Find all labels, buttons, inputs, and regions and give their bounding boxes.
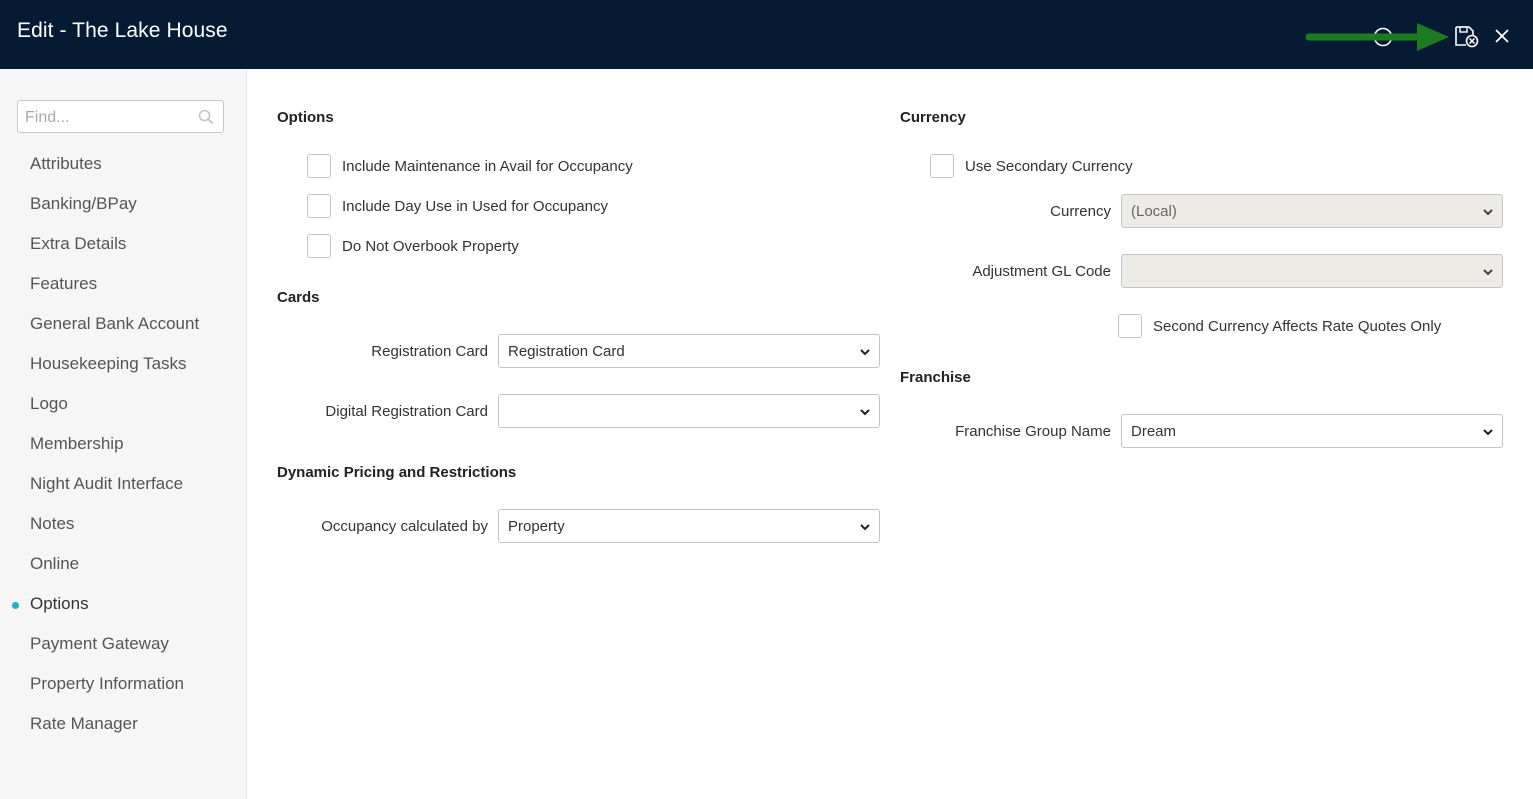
- sidebar-item-property-information[interactable]: Property Information: [30, 674, 184, 694]
- include-day-use-label: Include Day Use in Used for Occupancy: [342, 198, 608, 215]
- active-indicator-dot: [12, 602, 19, 609]
- sidebar-item-membership[interactable]: Membership: [30, 434, 124, 454]
- chevron-down-icon: [1483, 429, 1493, 436]
- save-close-icon[interactable]: [1454, 25, 1480, 49]
- page-title: Edit - The Lake House: [17, 19, 228, 42]
- sidebar-item-payment-gateway[interactable]: Payment Gateway: [30, 634, 169, 654]
- occupancy-calculated-value: Property: [508, 518, 565, 535]
- use-secondary-currency-label: Use Secondary Currency: [965, 158, 1133, 175]
- section-title-options: Options: [277, 109, 334, 126]
- do-not-overbook-label: Do Not Overbook Property: [342, 238, 519, 255]
- occupancy-calculated-label: Occupancy calculated by: [321, 518, 488, 535]
- sidebar-item-housekeeping-tasks[interactable]: Housekeeping Tasks: [30, 354, 187, 374]
- section-title-currency: Currency: [900, 109, 966, 126]
- franchise-group-name-select[interactable]: Dream: [1121, 414, 1503, 448]
- digital-registration-card-select[interactable]: [498, 394, 880, 428]
- chevron-down-icon: [1483, 269, 1493, 276]
- chevron-down-icon: [860, 524, 870, 531]
- sidebar-item-extra-details[interactable]: Extra Details: [30, 234, 126, 254]
- registration-card-label: Registration Card: [371, 343, 488, 360]
- adjustment-gl-code-label: Adjustment GL Code: [972, 263, 1111, 280]
- include-maintenance-checkbox[interactable]: [307, 154, 331, 178]
- chevron-down-icon: [1483, 209, 1493, 216]
- use-secondary-currency-checkbox[interactable]: [930, 154, 954, 178]
- franchise-group-name-label: Franchise Group Name: [955, 423, 1111, 440]
- close-icon[interactable]: [1494, 28, 1510, 44]
- occupancy-calculated-select[interactable]: Property: [498, 509, 880, 543]
- currency-value: (Local): [1131, 203, 1177, 220]
- chevron-down-icon: [860, 409, 870, 416]
- sidebar-item-general-bank-account[interactable]: General Bank Account: [30, 314, 199, 334]
- sidebar-item-rate-manager[interactable]: Rate Manager: [30, 714, 138, 734]
- second-currency-affects-label: Second Currency Affects Rate Quotes Only: [1153, 318, 1442, 335]
- section-title-franchise: Franchise: [900, 369, 971, 386]
- sidebar-item-features[interactable]: Features: [30, 274, 97, 294]
- registration-card-select[interactable]: Registration Card: [498, 334, 880, 368]
- do-not-overbook-checkbox[interactable]: [307, 234, 331, 258]
- sidebar-item-banking-bpay[interactable]: Banking/BPay: [30, 194, 137, 214]
- search-icon: [198, 109, 214, 125]
- section-title-cards: Cards: [277, 289, 320, 306]
- annotation-arrow-icon: [1305, 23, 1449, 51]
- section-title-dynamic-pricing: Dynamic Pricing and Restrictions: [277, 464, 517, 481]
- sidebar-item-attributes[interactable]: Attributes: [30, 154, 102, 174]
- adjustment-gl-code-select[interactable]: [1121, 254, 1503, 288]
- digital-registration-card-label: Digital Registration Card: [325, 403, 488, 420]
- second-currency-affects-checkbox[interactable]: [1118, 314, 1142, 338]
- include-maintenance-label: Include Maintenance in Avail for Occupan…: [342, 158, 633, 175]
- main-content: Options Include Maintenance in Avail for…: [247, 69, 1533, 799]
- currency-select[interactable]: (Local): [1121, 194, 1503, 228]
- sidebar-item-logo[interactable]: Logo: [30, 394, 68, 414]
- include-day-use-checkbox[interactable]: [307, 194, 331, 218]
- sidebar: Attributes Banking/BPay Extra Details Fe…: [0, 69, 247, 799]
- header-bar: Edit - The Lake House: [0, 0, 1533, 69]
- registration-card-value: Registration Card: [508, 343, 625, 360]
- sidebar-item-night-audit-interface[interactable]: Night Audit Interface: [30, 474, 183, 494]
- search-input[interactable]: [23, 107, 197, 129]
- currency-label: Currency: [1050, 203, 1111, 220]
- sidebar-item-online[interactable]: Online: [30, 554, 79, 574]
- search-field[interactable]: [17, 100, 224, 133]
- chevron-down-icon: [860, 349, 870, 356]
- franchise-group-name-value: Dream: [1131, 423, 1177, 440]
- sidebar-item-options[interactable]: Options: [30, 594, 89, 614]
- sidebar-item-notes[interactable]: Notes: [30, 514, 74, 534]
